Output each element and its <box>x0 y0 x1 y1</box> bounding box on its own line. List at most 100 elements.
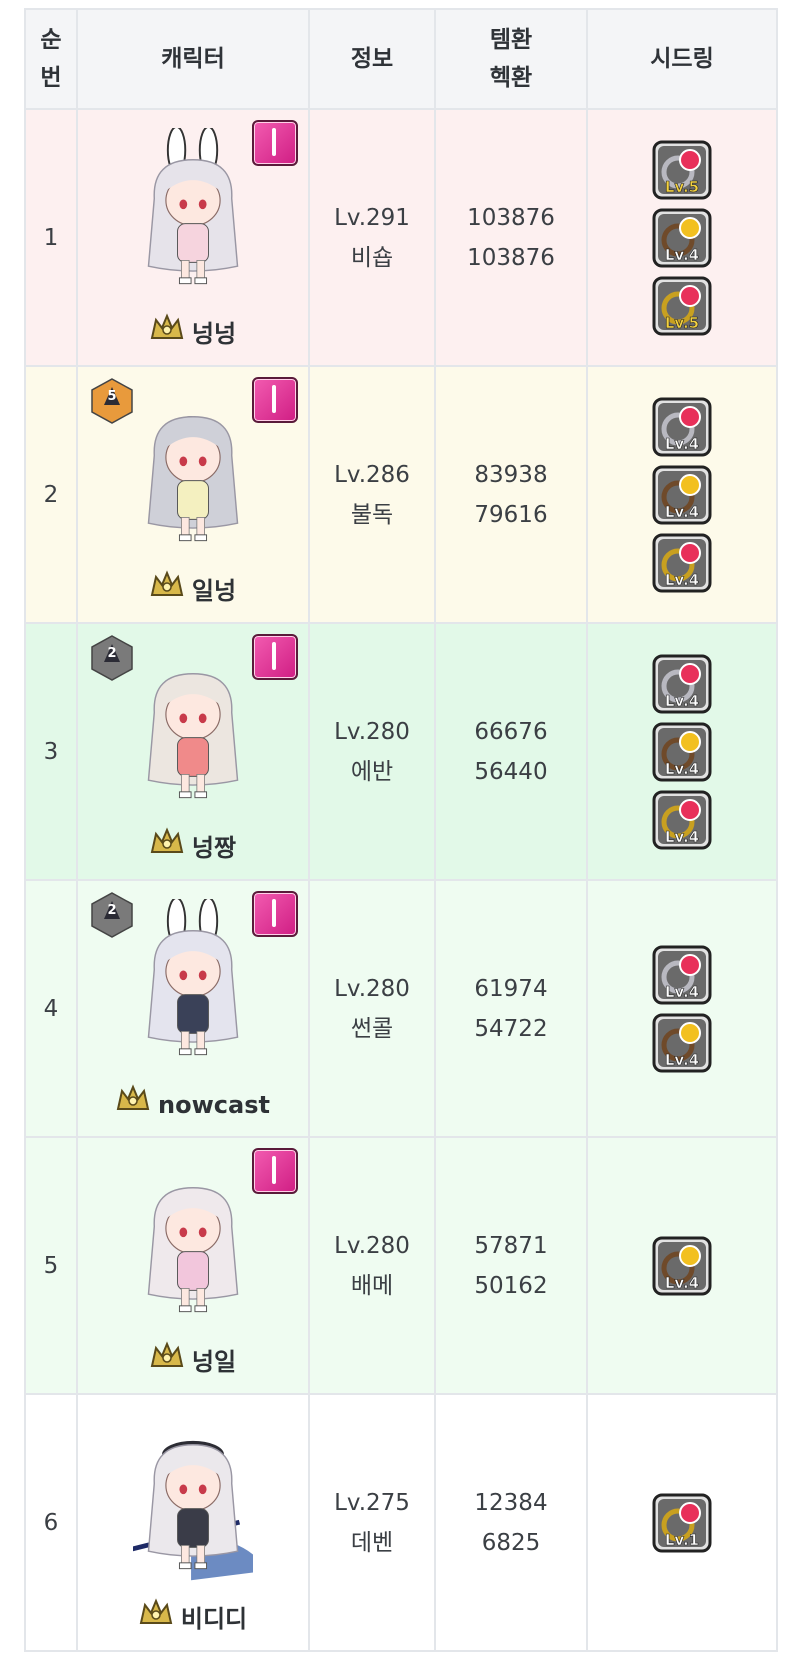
header-exchange[interactable]: 템환 헥환 <box>434 8 588 110</box>
hek-exchange-value: 54722 <box>474 1015 548 1042</box>
rank-cell: 6 <box>24 1393 78 1652</box>
seed-ring-icon[interactable]: Lv.4 <box>652 722 712 782</box>
header-seed-ring[interactable]: 시드링 <box>586 8 778 110</box>
rank-tier-badge-icon: 2 <box>90 891 134 939</box>
character-name[interactable]: 넝넝 <box>192 314 236 354</box>
character-avatar[interactable] <box>133 1156 253 1326</box>
character-avatar[interactable] <box>133 642 253 812</box>
character-avatar[interactable] <box>133 896 253 1069</box>
rank-number: 2 <box>43 481 59 508</box>
exchange-cell: 83938 79616 <box>434 365 588 624</box>
header-rank[interactable]: 순 번 <box>24 8 78 110</box>
guild-crown-icon <box>150 826 184 869</box>
info-cell: Lv.286 불독 <box>308 365 436 624</box>
header-character[interactable]: 캐릭터 <box>76 8 310 110</box>
rank-tier-number: 2 <box>107 903 117 918</box>
character-name[interactable]: 넝일 <box>192 1342 236 1382</box>
rank-cell: 1 <box>24 108 78 367</box>
table-header-row: 순 번 캐릭터 정보 템환 헥환 시드링 <box>24 8 778 110</box>
seed-ring-icon[interactable]: Lv.1 <box>652 1493 712 1553</box>
exchange-cell: 12384 6825 <box>434 1393 588 1652</box>
guild-crown-icon <box>150 1340 184 1383</box>
character-cell[interactable]: 넝넝 <box>76 108 310 367</box>
table-row[interactable]: 4 2 nowcast Lv.280 썬콜 61974 54722 Lv.4 L… <box>24 879 778 1138</box>
character-name[interactable]: nowcast <box>158 1085 270 1125</box>
seed-ring-icon[interactable]: Lv.4 <box>652 208 712 268</box>
table-row[interactable]: 1 넝넝 Lv.291 비숍 103876 103876 Lv.5 Lv.4 L… <box>24 108 778 367</box>
rank-number: 5 <box>43 1252 59 1279</box>
seed-ring-icon[interactable]: Lv.4 <box>652 533 712 593</box>
header-info[interactable]: 정보 <box>308 8 436 110</box>
seed-ring-level: Lv.4 <box>664 570 700 589</box>
seed-ring-cell: Lv.1 <box>586 1393 778 1652</box>
tem-exchange-value: 103876 <box>467 204 555 231</box>
guild-crown-icon <box>139 1597 173 1640</box>
character-avatar[interactable] <box>122 1413 269 1583</box>
seed-ring-cell: Lv.4 Lv.4 Lv.4 <box>586 622 778 881</box>
rank-number: 3 <box>43 738 59 765</box>
info-cell: Lv.275 데벤 <box>308 1393 436 1652</box>
seed-ring-level: Lv.4 <box>664 245 700 264</box>
character-cell[interactable]: 넝일 <box>76 1136 310 1395</box>
rank-number: 1 <box>43 224 59 251</box>
character-cell[interactable]: 2 넝짱 <box>76 622 310 881</box>
table-row[interactable]: 2 5 일넝 Lv.286 불독 83938 79616 Lv.4 Lv.4 L… <box>24 365 778 624</box>
character-name-row: nowcast <box>78 1083 308 1126</box>
exchange-cell: 66676 56440 <box>434 622 588 881</box>
character-name[interactable]: 넝짱 <box>192 828 236 868</box>
seed-ring-icon[interactable]: Lv.4 <box>652 1013 712 1073</box>
seed-ring-icon[interactable]: Lv.5 <box>652 140 712 200</box>
seed-ring-level: Lv.4 <box>664 759 700 778</box>
character-level: Lv.280 <box>334 718 410 745</box>
character-name-row: 넝넝 <box>78 312 308 355</box>
seed-ring-level: Lv.4 <box>664 827 700 846</box>
character-job: 썬콜 <box>350 1015 394 1042</box>
rank-cell: 2 <box>24 365 78 624</box>
character-name[interactable]: 비디디 <box>181 1599 247 1639</box>
character-level: Lv.280 <box>334 1232 410 1259</box>
character-name-row: 넝짱 <box>78 826 308 869</box>
seed-ring-icon[interactable]: Lv.4 <box>652 397 712 457</box>
seed-ring-icon[interactable]: Lv.4 <box>652 1236 712 1296</box>
character-avatar[interactable] <box>133 125 253 298</box>
seed-ring-level: Lv.5 <box>664 313 700 332</box>
character-avatar[interactable] <box>133 385 253 555</box>
character-ranking-table: 순 번 캐릭터 정보 템환 헥환 시드링 1 넝넝 Lv.291 비숍 1038… <box>24 8 778 1652</box>
hek-exchange-value: 50162 <box>474 1272 548 1299</box>
character-job: 배메 <box>350 1272 394 1299</box>
seed-ring-level: Lv.5 <box>664 177 700 196</box>
table-row[interactable]: 5 넝일 Lv.280 배메 57871 50162 Lv.4 <box>24 1136 778 1395</box>
guild-crown-icon <box>150 569 184 612</box>
seed-ring-icon[interactable]: Lv.4 <box>652 790 712 850</box>
rank-tier-number: 5 <box>107 389 117 404</box>
hek-exchange-value: 6825 <box>481 1529 541 1556</box>
tem-exchange-value: 57871 <box>474 1232 548 1259</box>
seed-ring-icon[interactable]: Lv.4 <box>652 654 712 714</box>
tem-exchange-value: 12384 <box>474 1489 548 1516</box>
rank-number: 4 <box>43 995 59 1022</box>
table-row[interactable]: 6 비디디 Lv.275 데벤 12384 6825 Lv.1 <box>24 1393 778 1652</box>
boss-clear-icon <box>252 120 298 166</box>
table-row[interactable]: 3 2 넝짱 Lv.280 에반 66676 56440 Lv.4 Lv.4 L… <box>24 622 778 881</box>
exchange-cell: 57871 50162 <box>434 1136 588 1395</box>
character-name[interactable]: 일넝 <box>192 571 236 611</box>
seed-ring-cell: Lv.5 Lv.4 Lv.5 <box>586 108 778 367</box>
info-cell: Lv.291 비숍 <box>308 108 436 367</box>
seed-ring-icon[interactable]: Lv.4 <box>652 945 712 1005</box>
character-cell[interactable]: 2 nowcast <box>76 879 310 1138</box>
character-name-row: 넝일 <box>78 1340 308 1383</box>
character-cell[interactable]: 비디디 <box>76 1393 310 1652</box>
seed-ring-cell: Lv.4 Lv.4 <box>586 879 778 1138</box>
boss-clear-icon <box>252 377 298 423</box>
seed-ring-icon[interactable]: Lv.5 <box>652 276 712 336</box>
rank-tier-badge-icon: 2 <box>90 634 134 682</box>
seed-ring-level: Lv.4 <box>664 434 700 453</box>
character-cell[interactable]: 5 일넝 <box>76 365 310 624</box>
seed-ring-level: Lv.4 <box>664 982 700 1001</box>
boss-clear-icon <box>252 1148 298 1194</box>
seed-ring-icon[interactable]: Lv.4 <box>652 465 712 525</box>
rank-cell: 5 <box>24 1136 78 1395</box>
boss-clear-icon <box>252 634 298 680</box>
info-cell: Lv.280 배메 <box>308 1136 436 1395</box>
seed-ring-level: Lv.1 <box>664 1530 700 1549</box>
